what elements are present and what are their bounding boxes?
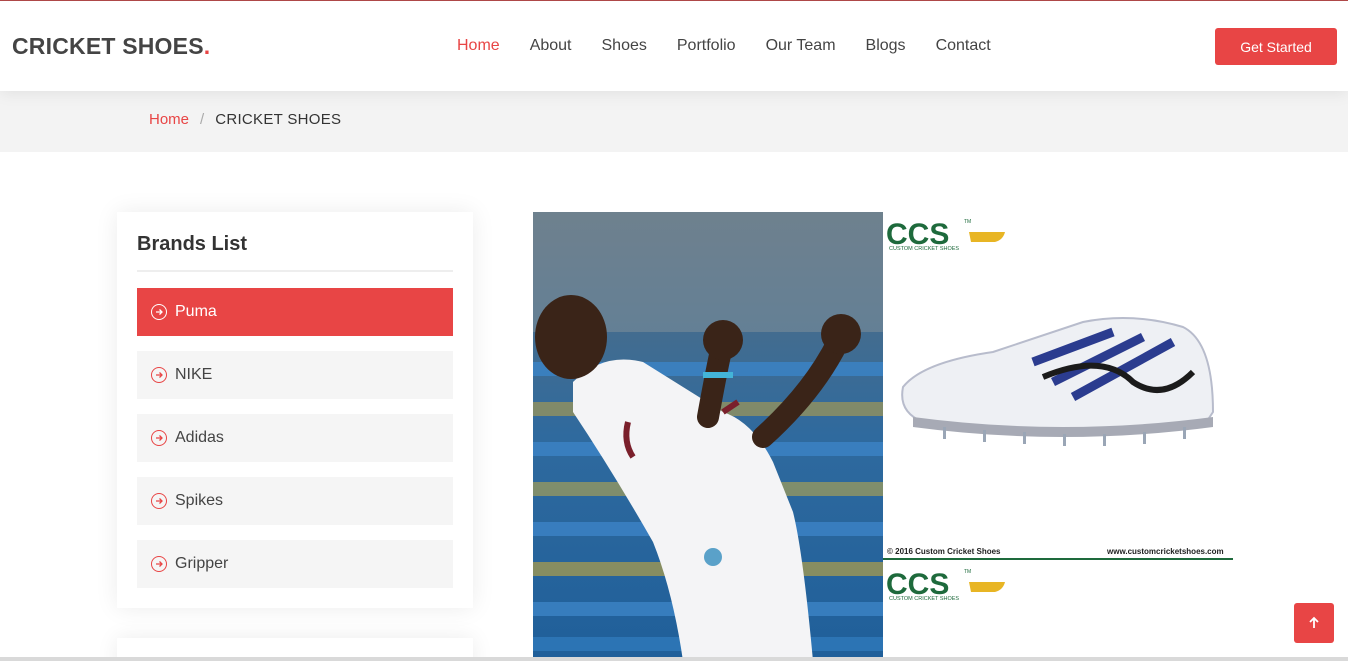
logo-dot: .: [203, 33, 211, 59]
arrow-right-circle-icon: [151, 430, 167, 446]
breadcrumb-bar: Home / CRICKET SHOES: [0, 91, 1348, 152]
brand-item-nike[interactable]: NIKE: [137, 351, 453, 399]
main-nav: Home About Shoes Portfolio Our Team Blog…: [442, 36, 1006, 56]
brands-list-title: Brands List: [137, 233, 248, 255]
ccs-logo-tm: TM: [964, 219, 971, 225]
nav-shoes[interactable]: Shoes: [587, 36, 662, 56]
ccs-logo-tm-2: TM: [964, 569, 971, 575]
ccs-shoe-icon-2: [969, 582, 1005, 592]
brand-item-label: Gripper: [175, 555, 229, 572]
arrow-up-icon: [1309, 616, 1319, 628]
brand-item-gripper[interactable]: Gripper: [137, 540, 453, 588]
brand-item-label: Adidas: [175, 429, 224, 446]
shoe-product-photo-2: CCS TM CUSTOM CRICKET SHOES: [883, 562, 1233, 661]
arrow-right-circle-icon: [151, 367, 167, 383]
brand-item-label: Puma: [175, 303, 217, 320]
arrow-right-circle-icon: [151, 304, 167, 320]
shoe-product-photo: CCS TM CUSTOM CRICKET SHOES © 2016 Custo…: [883, 212, 1233, 562]
nav-home[interactable]: Home: [442, 36, 515, 56]
breadcrumb-separator: /: [200, 111, 205, 128]
breadcrumb-current: CRICKET SHOES: [215, 111, 342, 128]
nav-our-team[interactable]: Our Team: [751, 36, 851, 56]
shoe-footer-left: © 2016 Custom Cricket Shoes: [887, 547, 1001, 556]
bottom-scroll-strip: [0, 657, 1348, 661]
ccs-logo-sub-2: CUSTOM CRICKET SHOES: [889, 596, 959, 602]
cricket-player-photo: [533, 212, 883, 661]
arrow-right-circle-icon: [151, 493, 167, 509]
brand-item-label: Spikes: [175, 492, 224, 509]
nav-about[interactable]: About: [515, 36, 587, 56]
site-header: CRICKET SHOES. Home About Shoes Portfoli…: [0, 1, 1348, 91]
breadcrumb-home-link[interactable]: Home: [149, 111, 189, 128]
site-logo[interactable]: CRICKET SHOES.: [12, 33, 210, 60]
brand-item-spikes[interactable]: Spikes: [137, 477, 453, 525]
title-divider: [137, 270, 453, 272]
logo-text: CRICKET SHOES: [12, 33, 204, 59]
breadcrumb: Home / CRICKET SHOES: [149, 111, 341, 128]
arrow-right-circle-icon: [151, 556, 167, 572]
brands-sidebar: Brands List Puma NIKE Adidas Spikes Grip…: [117, 212, 473, 608]
shoe-footer-right: www.customcricketshoes.com: [1106, 547, 1224, 556]
get-started-button[interactable]: Get Started: [1215, 28, 1337, 65]
ccs-logo-sub: CUSTOM CRICKET SHOES: [889, 246, 959, 252]
brand-item-adidas[interactable]: Adidas: [137, 414, 453, 462]
nav-contact[interactable]: Contact: [921, 36, 1006, 56]
brand-item-puma[interactable]: Puma: [137, 288, 453, 336]
ccs-shoe-icon: [969, 232, 1005, 242]
back-to-top-button[interactable]: [1294, 603, 1334, 643]
brand-item-label: NIKE: [175, 366, 213, 383]
nav-portfolio[interactable]: Portfolio: [662, 36, 751, 56]
nav-blogs[interactable]: Blogs: [851, 36, 921, 56]
